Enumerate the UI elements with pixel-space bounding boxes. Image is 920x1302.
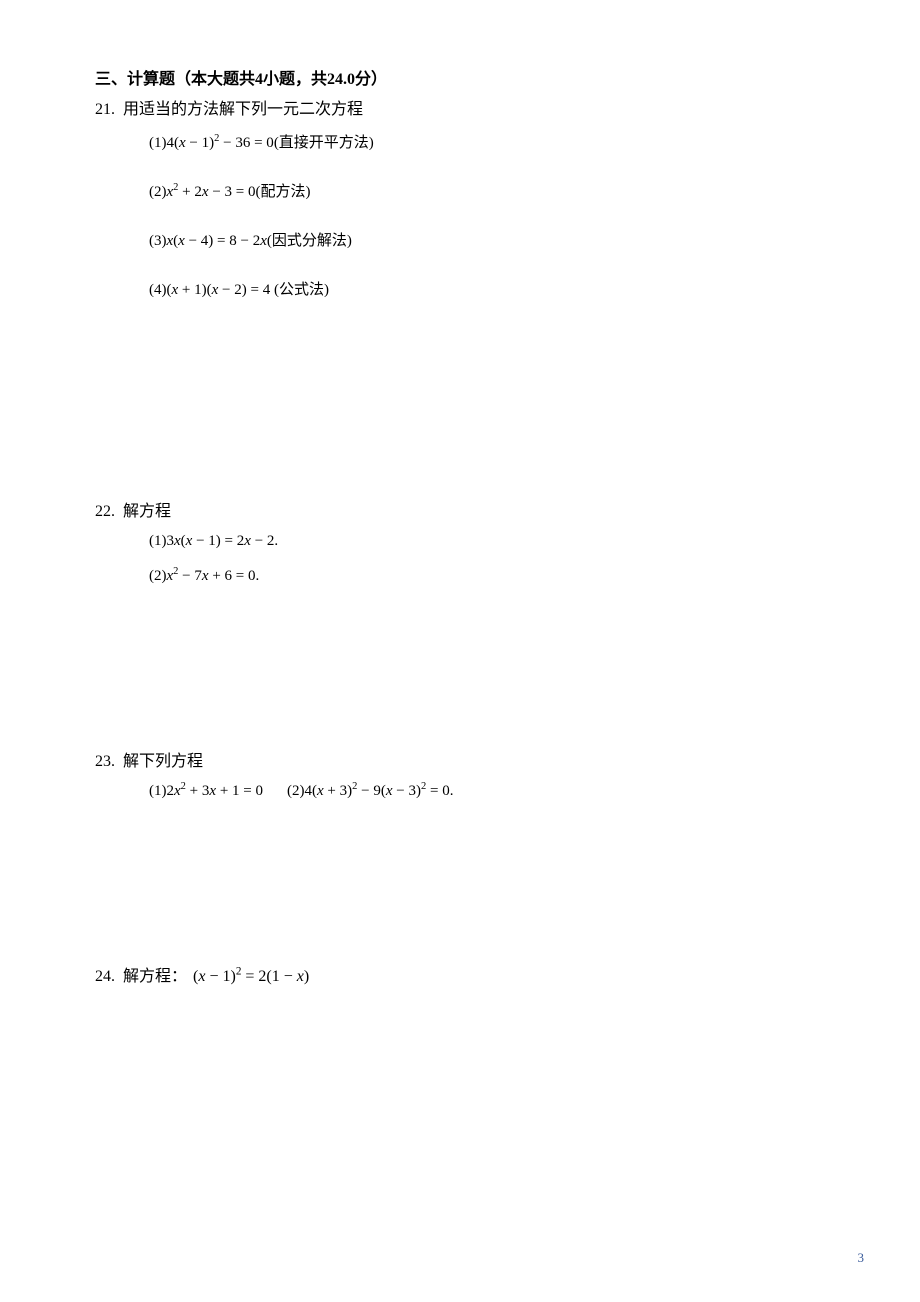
q21-4-label: (4) [149,282,167,298]
page-number: 3 [858,1250,865,1266]
problem-23-prompt: 解下列方程 [123,747,203,771]
q22-2-label: (2) [149,568,167,584]
problem-22-prompt: 解方程 [123,497,171,521]
q22-1-suffix: . [274,533,278,549]
problem-21: 21. 用适当的方法解下列一元二次方程 [95,95,825,119]
q21-2-label: (2) [149,184,167,200]
q21-1-label: (1) [149,135,167,151]
q23-1-label: (1) [149,783,167,799]
q22-1-label: (1) [149,533,167,549]
q22-subitem-2: (2)x2 − 7x + 6 = 0. [149,568,825,585]
q23-2-suffix: . [450,783,454,799]
problem-23-number: 23. [95,753,117,771]
q21-1-note: (直接开平方法) [274,135,374,151]
q21-subitem-3: (3)x(x − 4) = 8 − 2x(因式分解法) [149,229,825,250]
problem-22: 22. 解方程 [95,497,825,521]
q23-subitem-2: (2)4(x + 3)2 − 9(x − 3)2 = 0. [287,783,453,800]
q21-subitem-4: (4)(x + 1)(x − 2) = 4 (公式法) [149,278,825,299]
problem-24-prompt: 解方程： [123,962,187,986]
q23-2-label: (2) [287,783,305,799]
q24-expression: (x − 1)2 = 2(1 − x) [193,968,309,986]
problem-21-prompt: 用适当的方法解下列一元二次方程 [123,95,363,119]
problem-24-number: 24. [95,968,117,986]
problem-23: 23. 解下列方程 [95,747,825,771]
problem-22-number: 22. [95,503,117,521]
q21-2-note: (配方法) [255,184,310,200]
problem-21-number: 21. [95,101,117,119]
problem-24: 24. 解方程： (x − 1)2 = 2(1 − x) [95,962,825,986]
q22-subitem-1: (1)3x(x − 1) = 2x − 2. [149,533,825,550]
q21-subitem-1: (1)4(x − 1)2 − 36 = 0(直接开平方法) [149,131,825,152]
q21-3-note: (因式分解法) [267,233,352,249]
q23-subitem-1: (1)2x2 + 3x + 1 = 0 [149,783,263,800]
q23-subitems: (1)2x2 + 3x + 1 = 0 (2)4(x + 3)2 − 9(x −… [149,783,825,800]
q21-subitem-2: (2)x2 + 2x − 3 = 0(配方法) [149,180,825,201]
q21-3-label: (3) [149,233,167,249]
section-title: 三、计算题（本大题共4小题，共24.0分） [95,65,825,89]
q22-2-suffix: . [255,568,259,584]
q21-4-note: (公式法) [270,282,329,298]
